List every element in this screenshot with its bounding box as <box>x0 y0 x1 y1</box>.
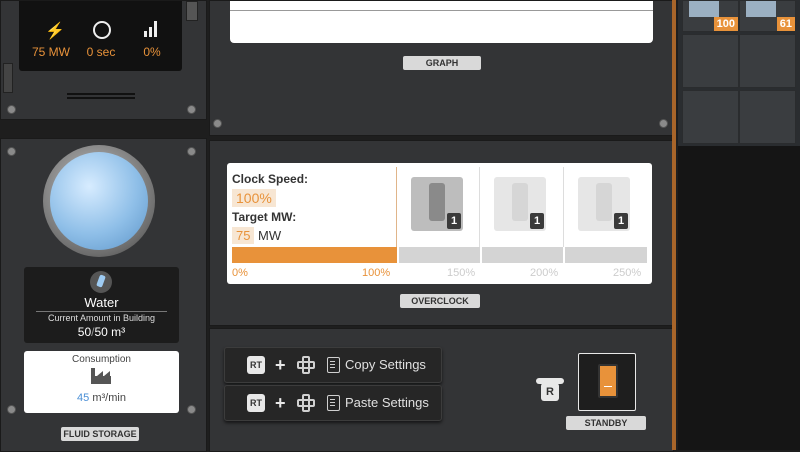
screw <box>187 105 196 114</box>
paste-settings-button[interactable]: RT + Paste Settings <box>224 385 442 421</box>
stats-panel: ⚡ 75 MW 0 sec 0% <box>0 0 207 120</box>
power-shard-icon <box>512 183 528 221</box>
target-mw-label: Target MW: <box>232 210 297 224</box>
screw <box>213 119 222 128</box>
power-shard-slot[interactable]: 1 <box>411 177 463 231</box>
dpad-icon <box>297 394 315 412</box>
power-shard-icon <box>429 183 445 221</box>
bar-chart-icon <box>144 21 160 37</box>
fluid-storage-tag: FLUID STORAGE <box>61 427 139 441</box>
overclock-card: Clock Speed: 100% Target MW: 75 MW 1 1 1… <box>227 163 652 284</box>
scale-label-0: 0% <box>232 267 248 279</box>
target-mw-unit: MW <box>258 228 282 243</box>
item-count: 61 <box>776 17 795 31</box>
item-count: 100 <box>713 17 738 31</box>
amount-readout: 50/50 m³ <box>24 325 179 339</box>
consumption-box: Consumption 45 m³/min <box>24 351 179 413</box>
screw <box>7 105 16 114</box>
panel-edge <box>672 0 676 450</box>
inventory-slot[interactable] <box>682 34 739 88</box>
screw <box>659 119 668 128</box>
grip-lines <box>67 93 135 95</box>
screw <box>7 405 16 414</box>
settings-panel: RT + Copy Settings RT + Paste Settings R… <box>209 328 674 452</box>
overclock-panel: Clock Speed: 100% Target MW: 75 MW 1 1 1… <box>209 140 674 326</box>
dpad-icon <box>297 356 315 374</box>
amount-capacity: 50 m³ <box>94 325 126 339</box>
inventory-slot[interactable]: 100 <box>682 0 739 32</box>
screw <box>7 147 16 156</box>
inventory-slot[interactable] <box>739 34 796 88</box>
item-icon <box>746 1 776 17</box>
fluid-info: Water Current Amount in Building 50/50 m… <box>24 267 179 343</box>
power-shard-slot[interactable]: 1 <box>494 177 546 231</box>
copy-settings-button[interactable]: RT + Copy Settings <box>224 347 442 383</box>
factory-icon <box>91 368 111 384</box>
inventory-area: 100 61 <box>678 0 800 450</box>
scale-label-100: 100% <box>362 267 391 279</box>
overclock-slider-fill <box>232 247 398 263</box>
consumption-label: Consumption <box>72 354 131 365</box>
water-icon <box>90 271 112 293</box>
shard-count: 1 <box>614 213 628 229</box>
graph-panel: GRAPH <box>209 0 674 136</box>
plus-icon: + <box>275 355 286 375</box>
plus-icon: + <box>275 393 286 413</box>
item-icon <box>689 1 719 17</box>
amount-label: Current Amount in Building <box>47 313 156 323</box>
power-shard-icon <box>596 183 612 221</box>
power-shard-slot[interactable]: 1 <box>578 177 630 231</box>
rt-button-icon: RT <box>247 356 265 374</box>
fluid-storage-panel: Water Current Amount in Building 50/50 m… <box>0 138 207 452</box>
rt-button-icon: RT <box>247 394 265 412</box>
paste-settings-label: Paste Settings <box>345 395 429 410</box>
overclock-tag: OVERCLOCK <box>400 294 480 308</box>
consumption-value: 45 <box>77 392 90 404</box>
graph-tag: GRAPH <box>403 56 481 70</box>
copy-settings-label: Copy Settings <box>345 357 426 372</box>
consumption-readout: 45 m³/min <box>24 392 179 404</box>
scale-label-250: 250% <box>613 267 642 279</box>
clock-speed-value[interactable]: 100% <box>232 189 276 207</box>
scale-label-200: 200% <box>530 267 559 279</box>
lightning-icon: ⚡ <box>45 23 65 40</box>
standby-switch[interactable] <box>578 353 636 411</box>
screw <box>187 405 196 414</box>
clipboard-icon <box>327 357 340 373</box>
productivity-value: 0% <box>143 45 161 59</box>
standby-tag: STANDBY <box>566 416 646 430</box>
fluid-name: Water <box>84 295 119 310</box>
clock-speed-label: Clock Speed: <box>232 172 309 186</box>
side-handle <box>3 63 13 93</box>
shard-count: 1 <box>447 213 461 229</box>
power-value: 75 MW <box>31 45 70 59</box>
side-handle <box>186 1 198 21</box>
inventory-slot[interactable] <box>682 90 739 144</box>
stopwatch-icon <box>93 21 111 39</box>
screw <box>187 147 196 156</box>
clipboard-icon <box>327 395 340 411</box>
inventory-slot[interactable]: 61 <box>739 0 796 32</box>
stats-display: ⚡ 75 MW 0 sec 0% <box>19 1 182 71</box>
target-mw-value[interactable]: 75 <box>232 227 255 244</box>
graph-area <box>230 1 653 43</box>
r-key-icon: R <box>536 378 564 402</box>
shard-count: 1 <box>530 213 544 229</box>
consumption-unit: m³/min <box>92 392 126 404</box>
inventory-slot[interactable] <box>739 90 796 144</box>
fluid-gauge <box>43 145 155 257</box>
time-value: 0 sec <box>86 45 116 59</box>
toggle-icon <box>598 364 618 398</box>
scale-label-150: 150% <box>447 267 476 279</box>
r-key-label: R <box>541 383 559 401</box>
amount-current: 50 <box>77 325 92 339</box>
overclock-slider[interactable] <box>232 247 647 263</box>
inventory-background <box>678 146 800 450</box>
